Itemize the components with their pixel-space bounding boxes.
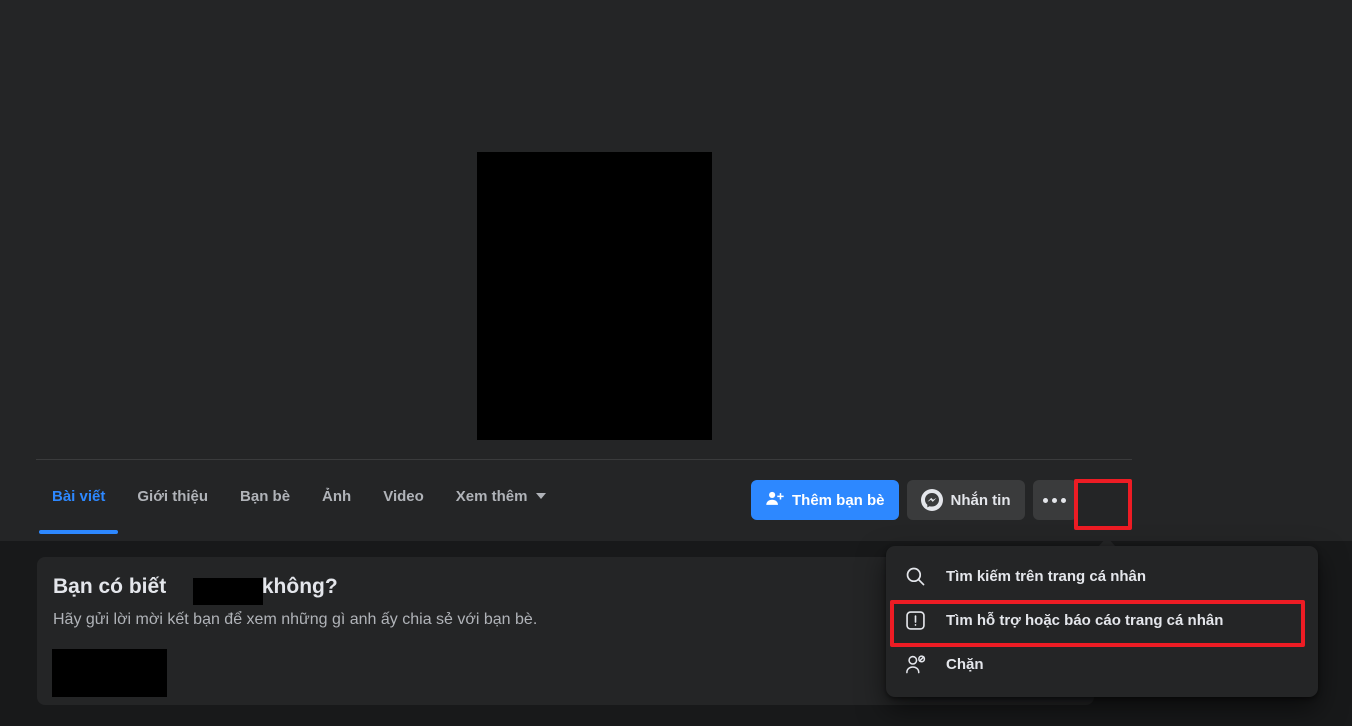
post-title-prefix: Bạn có biết — [53, 575, 166, 598]
tab-xem-them[interactable]: Xem thêm — [440, 466, 562, 526]
tab-ban-be[interactable]: Bạn bè — [224, 466, 306, 526]
message-button[interactable]: Nhắn tin — [907, 480, 1025, 520]
person-add-icon — [765, 489, 784, 512]
profile-tabs: Bài viết Giới thiệu Bạn bè Ảnh Video Xem… — [36, 466, 562, 540]
menu-item-block[interactable]: Chặn — [894, 642, 1310, 686]
mutual-friends-avatar-redaction — [52, 649, 167, 697]
profile-header-card — [0, 0, 1352, 541]
tab-bai-viet[interactable]: Bài viết — [36, 466, 121, 526]
chevron-down-icon — [536, 493, 546, 499]
tab-anh[interactable]: Ảnh — [306, 466, 367, 526]
tab-label: Xem thêm — [456, 488, 528, 505]
menu-item-report-profile[interactable]: Tìm hỗ trợ hoặc báo cáo trang cá nhân — [894, 598, 1310, 642]
report-exclamation-icon — [902, 607, 928, 633]
tab-label: Ảnh — [322, 488, 351, 505]
profile-action-buttons: Thêm bạn bè Nhắn tin — [751, 480, 1077, 520]
facebook-profile-page: Bài viết Giới thiệu Bạn bè Ảnh Video Xem… — [0, 0, 1352, 726]
add-friend-button[interactable]: Thêm bạn bè — [751, 480, 899, 520]
tab-label: Video — [383, 488, 424, 505]
messenger-icon — [921, 489, 943, 511]
menu-item-label: Tìm kiếm trên trang cá nhân — [946, 568, 1146, 585]
menu-item-search-profile[interactable]: Tìm kiếm trên trang cá nhân — [894, 554, 1310, 598]
menu-item-label: Chặn — [946, 656, 984, 673]
menu-item-label: Tìm hỗ trợ hoặc báo cáo trang cá nhân — [946, 612, 1223, 629]
ellipsis-icon — [1043, 498, 1066, 503]
tab-label: Giới thiệu — [137, 488, 208, 505]
message-label: Nhắn tin — [951, 492, 1011, 509]
more-options-dropdown: Tìm kiếm trên trang cá nhân Tìm hỗ trợ h… — [886, 546, 1318, 697]
tab-gioi-thieu[interactable]: Giới thiệu — [121, 466, 224, 526]
tab-video[interactable]: Video — [367, 466, 440, 526]
add-friend-label: Thêm bạn bè — [792, 492, 885, 509]
profile-name-redaction — [193, 578, 263, 605]
tab-label: Bài viết — [52, 488, 105, 505]
profile-photo-redaction — [477, 152, 712, 440]
more-options-button[interactable] — [1033, 480, 1077, 520]
search-icon — [902, 563, 928, 589]
post-title-suffix: không? — [262, 575, 338, 598]
post-subtitle: Hãy gửi lời mời kết bạn để xem những gì … — [53, 611, 537, 629]
tab-label: Bạn bè — [240, 488, 290, 505]
profile-nav-row: Bài viết Giới thiệu Bạn bè Ảnh Video Xem… — [36, 466, 1132, 540]
nav-divider — [36, 459, 1132, 460]
block-user-icon — [902, 651, 928, 677]
